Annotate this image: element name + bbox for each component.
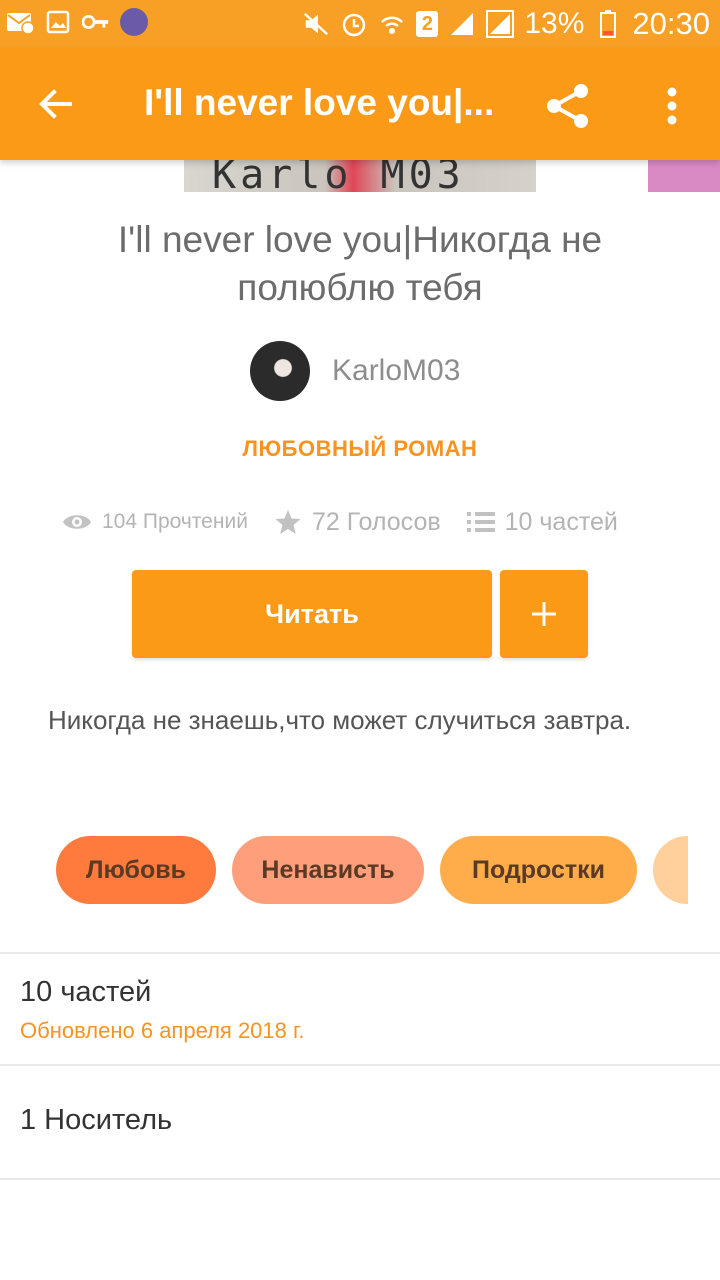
back-button[interactable] (30, 78, 82, 130)
parts-stat: 10 частей (466, 507, 618, 537)
divider (0, 1064, 720, 1066)
list-icon (466, 512, 495, 532)
tag-chip[interactable]: Р (653, 836, 688, 904)
votes-count: 72 Голосов (311, 507, 441, 536)
battery-percent: 13% (524, 7, 585, 40)
reads-stat: 104 Прочтений (62, 510, 248, 534)
mute-icon (302, 10, 330, 38)
author-link[interactable]: KarloM03 (250, 340, 460, 402)
status-bar: 2 13% 20:30 (0, 0, 720, 48)
sim-badge: 2 (416, 11, 439, 37)
plus-icon (532, 602, 556, 626)
toolbar-title: I'll never love you|... (144, 82, 494, 123)
carrier-row[interactable]: 1 Носитель (20, 1104, 172, 1137)
clock: 20:30 (632, 6, 710, 41)
key-icon (82, 8, 110, 36)
signal-2-icon (486, 10, 515, 38)
app-toolbar: I'll never love you|... (0, 48, 720, 160)
more-vertical-icon (667, 87, 677, 125)
add-to-library-button[interactable] (500, 570, 588, 658)
story-description: Никогда не знаешь,что может случиться за… (48, 705, 632, 735)
share-icon (547, 84, 588, 128)
cover-image-next[interactable] (648, 158, 720, 192)
tag-chip[interactable]: Любовь (56, 836, 216, 904)
parts-count: 10 частей (504, 507, 618, 536)
notification-icons (6, 8, 148, 36)
read-button[interactable]: Читать (132, 570, 492, 658)
votes-stat: 72 Голосов (274, 508, 441, 537)
divider (0, 1178, 720, 1180)
cover-strip-text: Karlo M03 (212, 158, 465, 192)
arrow-left-icon (39, 89, 72, 119)
author-name: KarloM03 (332, 354, 461, 387)
story-stats: 104 Прочтений 72 Голосов 10 частей (62, 500, 682, 544)
system-icons: 2 13% 20:30 (302, 0, 710, 48)
story-title: I'll never love you|Никогда не полюблю т… (117, 219, 603, 308)
more-options-button[interactable] (650, 78, 694, 134)
tag-chip[interactable]: Подростки (440, 836, 637, 904)
star-icon (275, 510, 301, 534)
app-notification-icon (120, 8, 148, 36)
divider (0, 952, 720, 954)
genre-link[interactable]: ЛЮБОВНЫЙ РОМАН (0, 436, 720, 462)
tags-row[interactable]: Любовь Ненависть Подростки Р (56, 836, 688, 906)
eye-icon (63, 515, 91, 529)
reads-count: 104 Прочтений (102, 510, 248, 533)
share-button[interactable] (540, 78, 596, 134)
missed-email-icon (6, 8, 34, 36)
signal-icon (448, 10, 476, 38)
image-icon (44, 8, 72, 36)
cover-image[interactable]: Karlo M03 (184, 158, 536, 192)
alarm-icon (340, 10, 368, 38)
wifi-icon (378, 10, 406, 38)
battery-icon (594, 10, 622, 38)
avatar (250, 341, 310, 401)
tag-chip[interactable]: Ненависть (232, 836, 424, 904)
updated-date: Обновлено 6 апреля 2018 г. (20, 1018, 305, 1043)
parts-title: 10 частей (20, 976, 152, 1008)
